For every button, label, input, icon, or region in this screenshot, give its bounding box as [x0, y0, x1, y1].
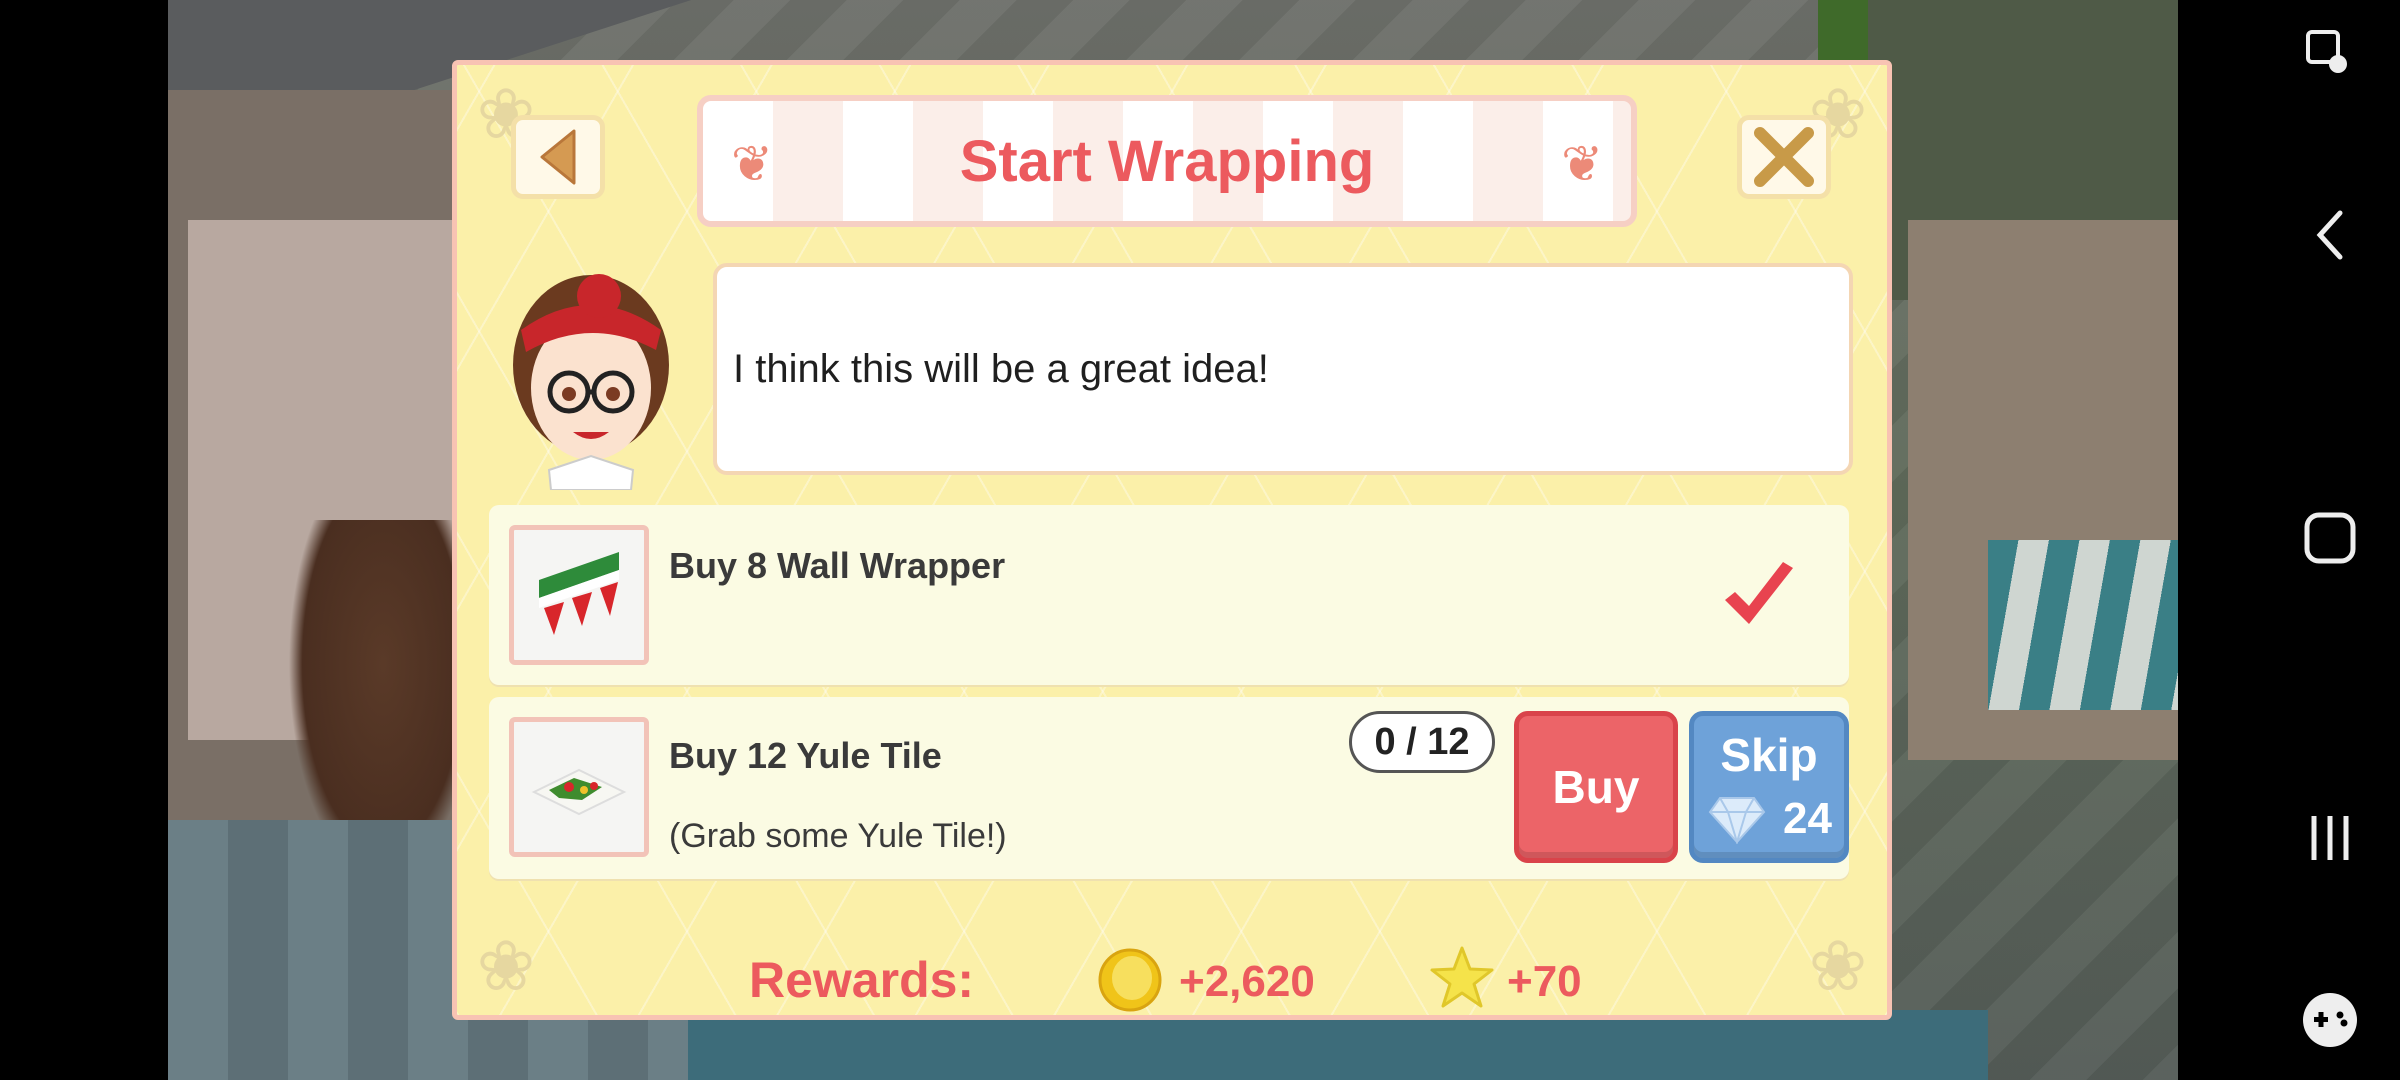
banner-ornament-icon: ❦ [1561, 135, 1603, 193]
gem-icon [1708, 797, 1766, 844]
skip-button-label: Skip [1720, 729, 1818, 781]
speech-bubble: I think this will be a great idea! [713, 263, 1853, 475]
close-x-icon [1754, 127, 1814, 187]
dialog-title: Start Wrapping [959, 128, 1375, 194]
rewards-bar: Rewards: +2,620 +70 [457, 925, 1887, 1015]
close-button[interactable] [1737, 115, 1831, 199]
skip-cost: 24 [1783, 794, 1832, 843]
screen-touch-icon[interactable] [2300, 24, 2360, 84]
character-avatar [513, 274, 669, 490]
task-row-wall-wrapper: Buy 8 Wall Wrapper [489, 505, 1849, 685]
task-subtitle: (Grab some Yule Tile!) [669, 817, 1007, 855]
task-row-yule-tile: Buy 12 Yule Tile (Grab some Yule Tile!) … [489, 697, 1849, 879]
progress-counter: 0 / 12 [1349, 711, 1495, 773]
buy-button-label: Buy [1552, 761, 1640, 813]
coin-icon [1098, 948, 1162, 1012]
speech-text: I think this will be a great idea! [733, 346, 1269, 391]
striped-awning [1988, 540, 2178, 710]
back-nav-icon[interactable] [2300, 205, 2360, 265]
star-icon [1430, 946, 1494, 1008]
back-button[interactable] [511, 115, 605, 199]
quest-dialog: ❀ ❀ ❀ ❀ ❦ Start Wrapping ❦ I think this … [452, 60, 1892, 1020]
task-title: Buy 12 Yule Tile [669, 735, 942, 776]
task-title: Buy 8 Wall Wrapper [669, 545, 1006, 586]
home-nav-icon[interactable] [2300, 508, 2360, 568]
checkmark-icon [1725, 562, 1793, 624]
rewards-label: Rewards: [749, 952, 975, 1008]
game-tools-icon[interactable] [2300, 990, 2360, 1050]
stars-reward: +70 [1507, 957, 1582, 1006]
yule-tile-icon [509, 717, 649, 857]
banner-ornament-icon: ❦ [731, 135, 773, 193]
buy-button[interactable]: Buy [1514, 711, 1678, 863]
back-arrow-icon [540, 129, 576, 185]
skip-button[interactable]: Skip 24 [1689, 711, 1849, 863]
recents-nav-icon[interactable] [2300, 808, 2360, 868]
wall-wrapper-icon [509, 525, 649, 665]
title-banner: ❦ Start Wrapping ❦ [697, 95, 1637, 227]
coins-reward: +2,620 [1179, 957, 1315, 1006]
cafe-floor [688, 1010, 1988, 1080]
